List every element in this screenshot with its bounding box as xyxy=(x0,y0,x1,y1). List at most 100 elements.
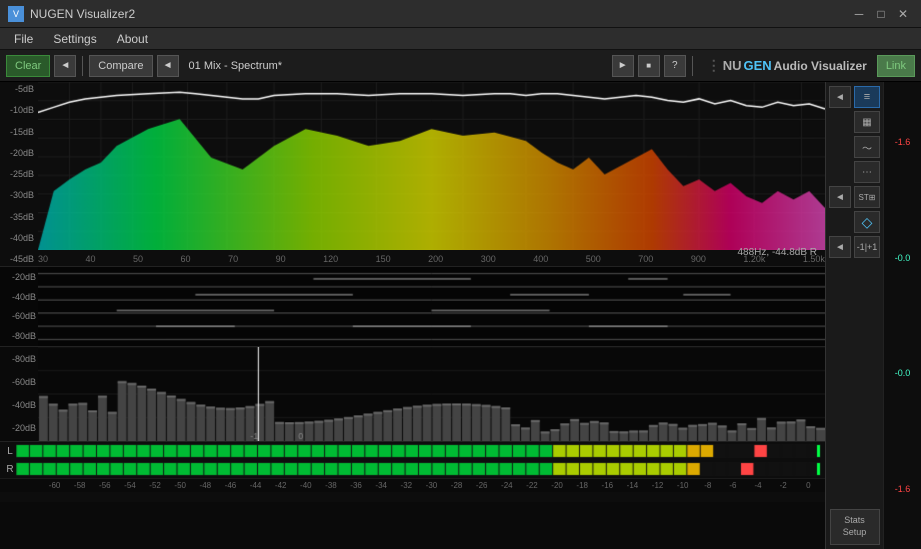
scale-n6: -6 xyxy=(720,481,745,490)
title-bar: V NUGEN Visualizer2 ─ □ ✕ xyxy=(0,0,921,28)
db-label-40: -40dB xyxy=(2,233,36,243)
scale-n26: -26 xyxy=(469,481,494,490)
help-button[interactable]: ? xyxy=(664,55,686,77)
menu-about[interactable]: About xyxy=(107,30,158,48)
freq-150: 150 xyxy=(376,254,391,264)
scale-n36: -36 xyxy=(344,481,369,490)
brand-nu: NU xyxy=(723,58,742,73)
scale-n20: -20 xyxy=(545,481,570,490)
wf-db-40: -40dB xyxy=(0,292,38,302)
scale-n48: -48 xyxy=(193,481,218,490)
meter-l-canvas xyxy=(16,444,821,458)
scale-n22: -22 xyxy=(519,481,544,490)
freq-200: 200 xyxy=(428,254,443,264)
rp-arrow-1[interactable]: ◄ xyxy=(829,86,851,108)
scale-n28: -28 xyxy=(444,481,469,490)
rp-lines-btn[interactable]: ≡ xyxy=(854,86,880,108)
meter-label-r: R xyxy=(4,464,16,475)
rp-row-4: ⋯ xyxy=(829,161,880,183)
db-label-30: -30dB xyxy=(2,190,36,200)
menu-settings[interactable]: Settings xyxy=(43,30,106,48)
freq-labels: 30 40 50 60 70 90 120 150 200 300 400 50… xyxy=(38,254,825,264)
scale-n30: -30 xyxy=(419,481,444,490)
record-button[interactable]: ■ xyxy=(638,55,660,77)
rp-val-btn[interactable]: -1|+1 xyxy=(854,236,880,258)
scale-n16: -16 xyxy=(595,481,620,490)
close-button[interactable]: ✕ xyxy=(893,4,913,24)
meter-label-l: L xyxy=(4,446,16,457)
db-label-45: -45dB xyxy=(2,254,36,264)
rp-wave2-btn[interactable]: ⋯ xyxy=(854,161,880,183)
clear-button[interactable]: Clear xyxy=(6,55,50,77)
meter-row-l: L xyxy=(0,442,825,460)
rv-4: -1.6 xyxy=(886,484,919,494)
toolbar: Clear ◄ Compare ◄ 01 Mix - Spectrum* ► ■… xyxy=(0,50,921,82)
freq-60: 60 xyxy=(181,254,191,264)
wf-db-60: -60dB xyxy=(0,311,38,321)
meter-bar-l xyxy=(16,444,821,458)
back-button[interactable]: ◄ xyxy=(54,55,76,77)
brand-suffix: Audio Visualizer xyxy=(774,59,867,73)
freq-70: 70 xyxy=(228,254,238,264)
scale-n56: -56 xyxy=(92,481,117,490)
waterfall-canvas xyxy=(38,267,825,346)
scale-n46: -46 xyxy=(218,481,243,490)
db-label-20: -20dB xyxy=(2,148,36,158)
minimize-button[interactable]: ─ xyxy=(849,4,869,24)
rp-diamond-btn[interactable]: ◇ xyxy=(854,211,880,233)
rp-bars-btn[interactable]: ▦ xyxy=(854,111,880,133)
rp-st-btn[interactable]: ST⊞ xyxy=(854,186,880,208)
rp-row-6: ◇ xyxy=(829,211,880,233)
histogram-display: -20dB -40dB -60dB -80dB xyxy=(0,347,825,442)
rp-wave-btn[interactable]: ～ xyxy=(854,136,880,158)
scale-n24: -24 xyxy=(494,481,519,490)
hist-db-60: -60dB xyxy=(0,377,38,387)
rp-arrow-5[interactable]: ◄ xyxy=(829,186,851,208)
meter-section: L R -60 -58 -56 -54 -52 -50 -48 xyxy=(0,442,825,502)
scale-n52: -52 xyxy=(143,481,168,490)
scale-n54: -54 xyxy=(117,481,142,490)
prev-track-button[interactable]: ◄ xyxy=(157,55,179,77)
hist-db-80: -80dB xyxy=(0,354,38,364)
rp-row-1: ◄ ≡ xyxy=(829,86,880,108)
freq-50: 50 xyxy=(133,254,143,264)
freq-400: 400 xyxy=(533,254,548,264)
meter-row-r: R xyxy=(0,460,825,478)
hist-db-labels: -20dB -40dB -60dB -80dB xyxy=(0,347,38,441)
scale-n18: -18 xyxy=(570,481,595,490)
histogram-canvas xyxy=(38,347,825,441)
menu-file[interactable]: File xyxy=(4,30,43,48)
scale-n40: -40 xyxy=(293,481,318,490)
rp-row-3: ～ xyxy=(829,136,880,158)
db-label-25: -25dB xyxy=(2,169,36,179)
play-button[interactable]: ► xyxy=(612,55,634,77)
separator-1 xyxy=(82,56,83,76)
wf-db-labels: -20dB -40dB -60dB -80dB xyxy=(0,267,38,346)
rv-3: -0.0 xyxy=(886,368,919,378)
scale-labels: -60 -58 -56 -54 -52 -50 -48 -46 -44 -42 … xyxy=(0,478,825,492)
scale-n2: -2 xyxy=(771,481,796,490)
stats-setup-button[interactable]: Stats Setup xyxy=(830,509,880,545)
cursor-info: 488Hz, -44.8dB R xyxy=(738,247,818,258)
db-label-5: -5dB xyxy=(2,84,36,94)
maximize-button[interactable]: □ xyxy=(871,4,891,24)
spectrum-display[interactable]: -5dB -10dB -15dB -20dB -25dB -30dB -35dB… xyxy=(0,82,825,267)
main-content: -5dB -10dB -15dB -20dB -25dB -30dB -35dB… xyxy=(0,82,921,549)
window-title: NUGEN Visualizer2 xyxy=(30,7,847,21)
scale-n44: -44 xyxy=(243,481,268,490)
scale-n34: -34 xyxy=(369,481,394,490)
freq-500: 500 xyxy=(586,254,601,264)
compare-button[interactable]: Compare xyxy=(89,55,152,77)
wf-db-20: -20dB xyxy=(0,272,38,282)
scale-n8: -8 xyxy=(695,481,720,490)
rv-2: -0.0 xyxy=(886,253,919,263)
setup-label: Setup xyxy=(843,527,867,539)
db-label-10: -10dB xyxy=(2,105,36,115)
link-button[interactable]: Link xyxy=(877,55,915,77)
rp-arrow-6[interactable]: ◄ xyxy=(829,236,851,258)
scale-n12: -12 xyxy=(645,481,670,490)
scale-n60: -60 xyxy=(42,481,67,490)
nugen-brand: ⋮ NUGEN Audio Visualizer xyxy=(707,57,867,74)
meter-bar-r xyxy=(16,462,821,476)
hist-db-40: -40dB xyxy=(0,400,38,410)
